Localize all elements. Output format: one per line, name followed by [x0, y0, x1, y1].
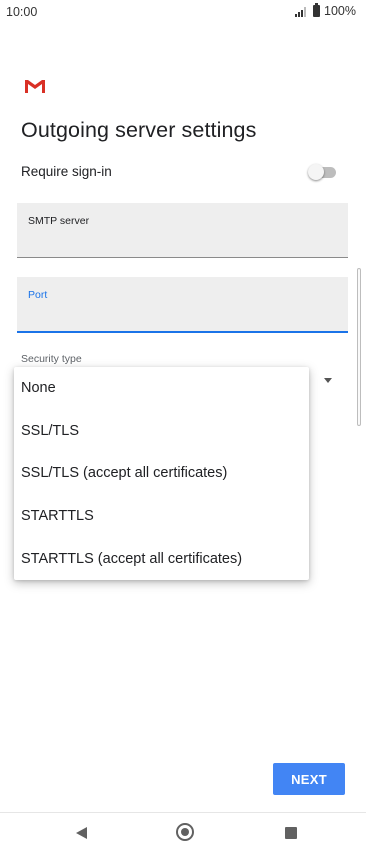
- security-type-label: Security type: [21, 353, 82, 365]
- require-signin-toggle[interactable]: [308, 164, 336, 180]
- require-signin-label: Require sign-in: [21, 164, 112, 179]
- smtp-server-field[interactable]: SMTP server: [17, 203, 348, 258]
- recents-icon[interactable]: [285, 827, 297, 839]
- menu-item-ssl-tls[interactable]: SSL/TLS: [14, 410, 309, 453]
- status-time: 10:00: [6, 5, 38, 19]
- status-bar: 10:00 100%: [0, 0, 366, 26]
- home-icon[interactable]: [176, 823, 194, 841]
- toggle-thumb: [308, 164, 324, 180]
- port-input[interactable]: [28, 305, 337, 325]
- menu-item-ssl-tls-accept-all[interactable]: SSL/TLS (accept all certificates): [14, 452, 309, 495]
- require-signin-row: Require sign-in: [21, 160, 336, 184]
- port-field[interactable]: Port: [17, 277, 348, 333]
- back-icon[interactable]: [76, 827, 87, 839]
- status-right: 100%: [295, 3, 356, 18]
- smtp-server-input[interactable]: [28, 231, 337, 251]
- menu-item-starttls-accept-all[interactable]: STARTTLS (accept all certificates): [14, 537, 309, 580]
- battery-icon: [313, 3, 321, 17]
- security-type-menu: None SSL/TLS SSL/TLS (accept all certifi…: [14, 367, 309, 580]
- page-title: Outgoing server settings: [21, 118, 257, 142]
- next-button[interactable]: NEXT: [273, 763, 345, 795]
- port-label: Port: [28, 289, 48, 301]
- menu-item-none[interactable]: None: [14, 367, 309, 410]
- gmail-logo-icon: [25, 80, 45, 93]
- smtp-server-label: SMTP server: [28, 215, 90, 227]
- menu-item-starttls[interactable]: STARTTLS: [14, 495, 309, 538]
- signal-icon: [295, 6, 307, 17]
- battery-percent: 100%: [324, 4, 356, 18]
- scrollbar[interactable]: [357, 268, 361, 426]
- navigation-bar: [0, 812, 366, 855]
- dropdown-arrow-icon[interactable]: [324, 378, 332, 383]
